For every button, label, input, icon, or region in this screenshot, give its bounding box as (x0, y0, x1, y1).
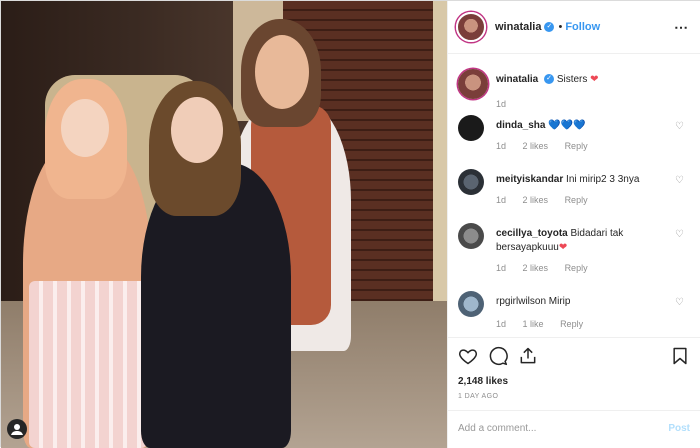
verified-badge-icon: ✓ (544, 22, 555, 32)
photo-wall-edge (433, 1, 447, 331)
comment-text: 💙💙💙 (548, 120, 586, 131)
header-separator: • (558, 21, 563, 33)
comment-text-line: cecillya_toyota Bidadari tak bersayapkuu… (496, 227, 668, 255)
comment-item: cecillya_toyota Bidadari tak bersayapkuu… (458, 223, 694, 283)
instagram-post-modal: winatalia ✓ • Follow ⋯ winatalia ✓ Siste… (0, 0, 700, 448)
comment-time: 1d (496, 319, 507, 329)
more-options-icon[interactable]: ⋯ (674, 19, 688, 36)
verified-badge-icon: ✓ (544, 74, 555, 85)
comment-username[interactable]: dinda_sha (496, 120, 545, 131)
caption-avatar[interactable] (458, 69, 488, 99)
comment-meta: 1d 1 like Reply (496, 319, 597, 329)
person-left-skirt (29, 281, 147, 448)
post-photo[interactable] (1, 1, 447, 448)
comment-likes[interactable]: 1 like (523, 319, 544, 329)
comment-time: 1d (496, 195, 507, 205)
comment-heart-emoji: ❤ (558, 242, 568, 253)
caption-username[interactable]: winatalia (496, 74, 538, 85)
comment-likes[interactable]: 2 likes (523, 195, 549, 205)
post-header: winatalia ✓ • Follow ⋯ (448, 1, 700, 54)
caption-text-line: winatalia ✓ Sisters ❤ (496, 73, 668, 87)
caption-item: winatalia ✓ Sisters ❤ 1d (458, 69, 694, 119)
caption-text: Sisters (556, 74, 588, 85)
comment-bubble-icon[interactable] (488, 346, 508, 366)
person-middle-face (171, 97, 223, 163)
comment-like-heart-icon[interactable]: ♡ (675, 175, 684, 186)
post-actions: 2,148 likes 1 DAY AGO Post (448, 337, 700, 447)
comment-reply-button[interactable]: Reply (565, 195, 588, 205)
comment-username[interactable]: rpgirlwilson (496, 296, 546, 307)
comment-avatar[interactable] (458, 169, 484, 195)
follow-button[interactable]: Follow (565, 21, 600, 33)
comment-username[interactable]: cecillya_toyota (496, 228, 568, 239)
comment-item: meityiskandar Ini mirip2 3 3nya 1d 2 lik… (458, 169, 694, 219)
caption-meta: 1d (496, 99, 520, 109)
likes-count[interactable]: 2,148 likes (458, 376, 508, 387)
like-heart-icon[interactable] (458, 346, 478, 366)
post-timestamp: 1 DAY AGO (458, 393, 499, 400)
comment-text-line: dinda_sha 💙💙💙 (496, 119, 668, 133)
comment-text: Ini mirip2 3 3nya (566, 174, 640, 185)
comment-time: 1d (496, 263, 507, 273)
header-username[interactable]: winatalia (495, 21, 541, 33)
comment-likes[interactable]: 2 likes (523, 263, 549, 273)
add-comment-input[interactable] (458, 423, 658, 434)
bookmark-icon[interactable] (670, 346, 690, 366)
share-icon[interactable] (518, 346, 538, 366)
comment-avatar[interactable] (458, 115, 484, 141)
comment-like-heart-icon[interactable]: ♡ (675, 229, 684, 240)
comment-like-heart-icon[interactable]: ♡ (675, 297, 684, 308)
comment-like-heart-icon[interactable]: ♡ (675, 121, 684, 132)
header-avatar[interactable] (456, 12, 486, 42)
comment-avatar[interactable] (458, 223, 484, 249)
post-comment-button[interactable]: Post (668, 423, 690, 434)
comment-time: 1d (496, 141, 507, 151)
comment-meta: 1d 2 likes Reply (496, 141, 602, 151)
comment-likes[interactable]: 2 likes (523, 141, 549, 151)
user-tag-icon[interactable] (7, 419, 27, 439)
comment-meta: 1d 2 likes Reply (496, 263, 602, 273)
comment-text-line: meityiskandar Ini mirip2 3 3nya (496, 173, 668, 187)
caption-heart-emoji: ❤ (590, 74, 599, 85)
comment-avatar[interactable] (458, 291, 484, 317)
comment-text: Mirip (548, 296, 571, 307)
comment-text-line: rpgirlwilson Mirip (496, 295, 668, 309)
caption-time: 1d (496, 99, 507, 109)
person-right-face (255, 35, 309, 109)
comment-meta: 1d 2 likes Reply (496, 195, 602, 205)
comment-reply-button[interactable]: Reply (565, 263, 588, 273)
comment-reply-button[interactable]: Reply (560, 319, 583, 329)
comment-item: rpgirlwilson Mirip 1d 1 like Reply ♡ (458, 291, 694, 337)
person-left-face (61, 99, 109, 157)
post-side-panel: winatalia ✓ • Follow ⋯ winatalia ✓ Siste… (447, 1, 700, 448)
add-comment-bar: Post (448, 410, 700, 448)
comment-reply-button[interactable]: Reply (565, 141, 588, 151)
comment-username[interactable]: meityiskandar (496, 174, 563, 185)
comment-item: dinda_sha 💙💙💙 1d 2 likes Reply ♡ (458, 115, 694, 165)
comments-list[interactable]: winatalia ✓ Sisters ❤ 1d dinda_sha 💙💙💙 1… (448, 55, 700, 337)
